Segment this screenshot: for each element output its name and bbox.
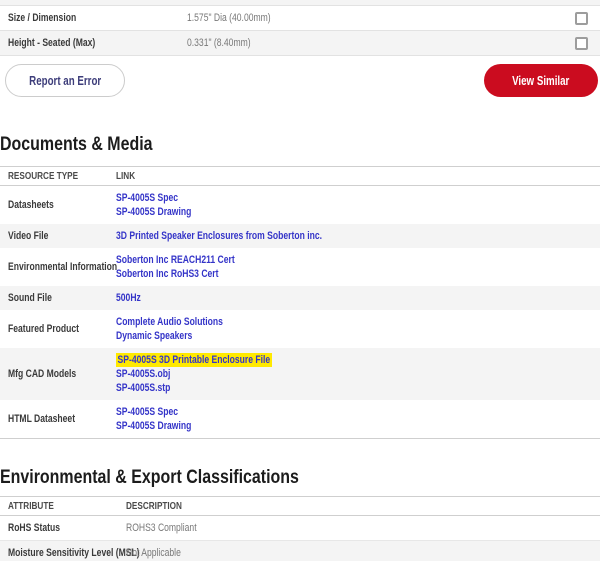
link-cell: 3D Printed Speaker Enclosures from Sober…: [116, 229, 600, 243]
text-label: HTML Datasheet: [8, 412, 75, 426]
table-row: Datasheets SP-4005S SpecSP-4005S Drawing: [0, 186, 600, 224]
table-header: ATTRIBUTE DESCRIPTION: [0, 497, 600, 516]
table-row: Environmental InformationSoberton Inc RE…: [0, 248, 600, 286]
table-row: Size / Dimension 1.575" Dia (40.00mm): [0, 6, 600, 31]
text-label: Mfg CAD Models: [8, 367, 76, 381]
text-label: 3D Printed Speaker Enclosures from Sober…: [116, 229, 322, 243]
text-label: 0.331" (8.40mm): [187, 37, 251, 49]
document-link[interactable]: Complete Audio Solutions: [116, 315, 600, 329]
document-link[interactable]: Dynamic Speakers: [116, 329, 600, 343]
column-header-attribute: ATTRIBUTE: [0, 500, 126, 512]
text-label: RoHS Status: [8, 521, 60, 535]
table-row: HTML Datasheet SP-4005S SpecSP-4005S Draw…: [0, 400, 600, 438]
document-link[interactable]: SP-4005S Drawing: [116, 419, 600, 433]
text-label: Soberton Inc RoHS3 Cert: [116, 267, 218, 281]
text-label: Datasheets: [8, 198, 54, 212]
attributes-table: Size / Dimension 1.575" Dia (40.00mm) Heig…: [0, 0, 600, 56]
text-label: SP-4005S Drawing: [116, 419, 191, 433]
table-row: RoHS Status ROHS3 Compliant: [0, 516, 600, 541]
document-link[interactable]: SP-4005S.stp: [116, 381, 600, 395]
link-cell: Complete Audio SolutionsDynamic Speakers: [116, 315, 600, 343]
table-row: Height - Seated (Max) 0.331" (8.40mm): [0, 31, 600, 56]
resource-type-label: HTML Datasheet: [0, 412, 116, 426]
column-header-description: DESCRIPTION: [126, 500, 600, 512]
text-label: Moisture Sensitivity Level (MSL): [8, 546, 140, 560]
document-link[interactable]: SP-4005S Spec: [116, 191, 600, 205]
text-label: Size / Dimension: [8, 12, 76, 24]
text-label: Not Applicable: [126, 546, 181, 560]
text-label: 1.575" Dia (40.00mm): [187, 12, 271, 24]
text-label: Sound File: [8, 291, 52, 305]
attribute-label: Size / Dimension: [0, 12, 187, 24]
table-row: Moisture Sensitivity Level (MSL)Not Appl…: [0, 541, 600, 561]
document-link[interactable]: 500Hz: [116, 291, 600, 305]
actions-bar: Report an Error View Similar: [5, 64, 598, 97]
attribute-label: Moisture Sensitivity Level (MSL): [0, 546, 126, 560]
column-header-resource-type: RESOURCE TYPE: [0, 170, 116, 182]
document-link[interactable]: SP-4005S Drawing: [116, 205, 600, 219]
document-link[interactable]: Soberton Inc REACH211 Cert: [116, 253, 600, 267]
documents-media-table: RESOURCE TYPE LINK Datasheets SP-4005S Sp…: [0, 166, 600, 439]
resource-type-label: Video File: [0, 229, 116, 243]
link-cell: Soberton Inc REACH211 CertSoberton Inc R…: [116, 253, 600, 281]
section-title-environmental: Environmental & Export Classifications: [0, 467, 600, 488]
row-checkbox[interactable]: [575, 12, 588, 25]
column-header-link: LINK: [116, 170, 600, 182]
text-label: SP-4005S Spec: [116, 405, 178, 419]
table-row: Mfg CAD Models SP-4005S 3D Printable Encl…: [0, 348, 600, 400]
attribute-label: RoHS Status: [0, 521, 126, 535]
attribute-value: 1.575" Dia (40.00mm): [187, 12, 575, 24]
text-label: SP-4005S.stp: [116, 381, 170, 395]
text-label: Environmental Information: [8, 260, 117, 274]
text-label: SP-4005S.obj: [116, 367, 170, 381]
link-cell: SP-4005S SpecSP-4005S Drawing: [116, 191, 600, 219]
resource-type-label: Environmental Information: [0, 260, 116, 274]
table-row: Sound File 500Hz: [0, 286, 600, 310]
environmental-table: ATTRIBUTE DESCRIPTION RoHS Status ROHS3 C…: [0, 496, 600, 561]
text-label: Complete Audio Solutions: [116, 315, 223, 329]
report-error-button[interactable]: Report an Error: [5, 64, 125, 97]
text-label: Height - Seated (Max): [8, 37, 95, 49]
text-label: Video File: [8, 229, 48, 243]
attribute-description: ROHS3 Compliant: [126, 521, 600, 535]
text-label: SP-4005S Drawing: [116, 205, 191, 219]
text-label: ROHS3 Compliant: [126, 521, 197, 535]
view-similar-button[interactable]: View Similar: [484, 64, 598, 97]
document-link[interactable]: 3D Printed Speaker Enclosures from Sober…: [116, 229, 600, 243]
text-label: Dynamic Speakers: [116, 329, 192, 343]
document-link[interactable]: SP-4005S.obj: [116, 367, 600, 381]
attribute-label: Height - Seated (Max): [0, 37, 187, 49]
link-cell: 500Hz: [116, 291, 600, 305]
resource-type-label: Sound File: [0, 291, 116, 305]
document-link[interactable]: Soberton Inc RoHS3 Cert: [116, 267, 600, 281]
product-page: Size / Dimension 1.575" Dia (40.00mm) Heig…: [0, 0, 600, 561]
table-header: RESOURCE TYPE LINK: [0, 167, 600, 186]
table-row: Featured Product Complete Audio Solutions…: [0, 310, 600, 348]
attribute-description: Not Applicable: [126, 546, 600, 560]
table-row: Video File 3D Printed Speaker Enclosures …: [0, 224, 600, 248]
link-cell: SP-4005S SpecSP-4005S Drawing: [116, 405, 600, 433]
row-checkbox[interactable]: [575, 37, 588, 50]
resource-type-label: Featured Product: [0, 322, 116, 336]
section-title-documents-media: Documents & Media: [0, 134, 600, 155]
resource-type-label: Mfg CAD Models: [0, 367, 116, 381]
attribute-value: 0.331" (8.40mm): [187, 37, 575, 49]
text-label: Soberton Inc REACH211 Cert: [116, 253, 235, 267]
resource-type-label: Datasheets: [0, 198, 116, 212]
document-link[interactable]: SP-4005S Spec: [116, 405, 600, 419]
text-label: Featured Product: [8, 322, 79, 336]
highlighted-document-link[interactable]: SP-4005S 3D Printable Enclosure File: [116, 353, 600, 367]
text-label: SP-4005S 3D Printable Enclosure File: [116, 353, 272, 367]
link-cell: SP-4005S 3D Printable Enclosure FileSP-4…: [116, 353, 600, 395]
text-label: SP-4005S Spec: [116, 191, 178, 205]
text-label: 500Hz: [116, 291, 141, 305]
